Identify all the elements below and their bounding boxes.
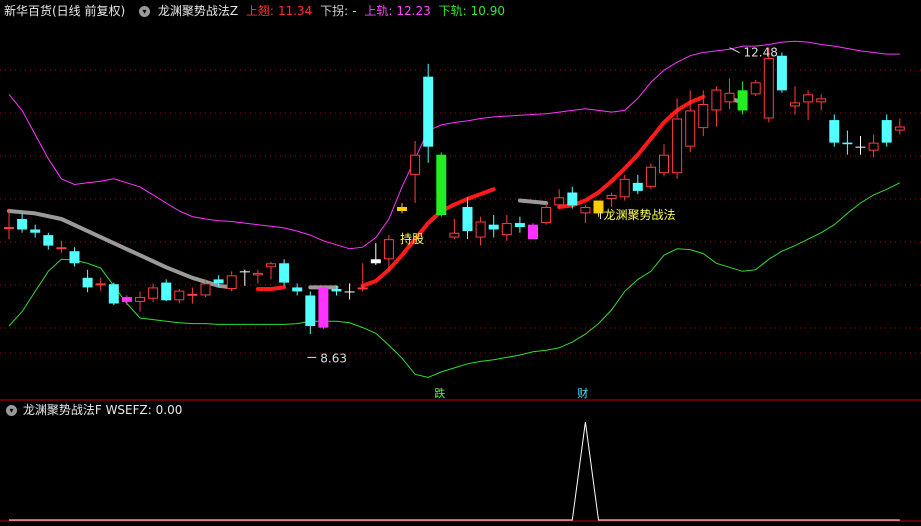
candle-body (148, 287, 159, 299)
candle-body (698, 104, 709, 129)
lower-band-line (8, 182, 901, 379)
wsefz-line (9, 421, 900, 521)
candle-body (239, 271, 250, 273)
candle-body (449, 232, 460, 238)
sub-indicator-line (9, 421, 900, 521)
candle-body (292, 287, 303, 292)
candle-body (528, 224, 538, 240)
candle-body (724, 92, 735, 103)
candle-body (423, 76, 434, 147)
candle-body (750, 82, 761, 95)
candle-body (69, 251, 80, 264)
high-price-label: 12.48 (744, 46, 778, 60)
candle-body (894, 126, 905, 131)
candle-body (606, 194, 617, 199)
gray-trend-segment (7, 209, 234, 290)
candle-body (711, 89, 722, 111)
candle-body (881, 120, 892, 143)
candle-body (462, 206, 473, 232)
candle-body (790, 102, 800, 107)
candle-body (580, 206, 591, 214)
candle-body (685, 110, 696, 147)
candle-body (829, 120, 840, 143)
candle-body (200, 283, 211, 296)
sub-indicator-name[interactable]: 龙渊聚势战法F (23, 403, 102, 417)
candle-body (161, 282, 172, 301)
candle-body (357, 287, 368, 290)
candle-body (855, 146, 866, 148)
candle-body (632, 182, 643, 191)
candle-body (776, 55, 787, 91)
low-price-label: 8.63 (320, 351, 347, 365)
candle-body (266, 263, 276, 268)
candle-body (659, 154, 669, 174)
candle-body (135, 297, 145, 302)
candle-body (4, 227, 14, 230)
candle-body (174, 290, 185, 301)
candle-body (82, 277, 93, 288)
candle-body (567, 192, 578, 206)
candle-body (56, 247, 67, 250)
candle-body (763, 58, 774, 119)
candle-body (619, 178, 630, 198)
candle-body (331, 289, 342, 292)
strategy-signal-label: 龙渊聚势战法 (604, 208, 676, 222)
candle-body (187, 293, 198, 296)
candle-body (108, 284, 119, 304)
candle-body (370, 259, 381, 264)
candle-body (383, 239, 394, 260)
grid (0, 69, 921, 354)
candle-body (803, 94, 814, 103)
candle-body (43, 235, 54, 246)
candle-body (514, 223, 525, 228)
candle-body (436, 154, 447, 216)
candle-body (488, 224, 499, 230)
candles (4, 47, 905, 335)
candle-body (318, 287, 329, 328)
candle-body (593, 200, 604, 214)
bottom-label-die: 跌 (434, 386, 445, 400)
candle-body (501, 223, 512, 236)
gray-trend-segment (517, 198, 549, 205)
candle-body (305, 295, 316, 327)
sub-field-value: 0.00 (155, 403, 183, 417)
candle-body (842, 142, 853, 145)
candle-body (95, 283, 106, 286)
candle-body (344, 291, 355, 293)
candle-body (226, 275, 237, 290)
candle-body (816, 98, 827, 103)
candle-body (252, 272, 263, 276)
sub-field-label: WSEFZ: (105, 403, 152, 417)
candle-body (30, 229, 41, 233)
red-trend-segment (360, 187, 496, 288)
candle-body (475, 221, 486, 238)
candle-body (121, 297, 132, 302)
candle-body (213, 279, 224, 284)
candle-body (645, 166, 656, 187)
candle-body (17, 219, 28, 230)
candle-body (410, 154, 421, 175)
bottom-label-cai: 财 (577, 386, 588, 400)
candle-body (554, 197, 565, 206)
price-chart[interactable]: 12.48 8.63 持股 龙渊聚势战法 跌 财 (0, 0, 921, 526)
candle-body (868, 142, 879, 151)
hold-signal-label: 持股 (400, 231, 424, 246)
red-trend-segment (255, 285, 287, 291)
sub-indicator-menu-icon[interactable]: ▾ (6, 405, 17, 416)
candle-body (672, 118, 683, 174)
candle-body (397, 206, 407, 211)
candle-body (541, 206, 552, 224)
candle-body (737, 90, 748, 111)
candle-body (279, 263, 290, 283)
sub-chart-header: ▾ 龙渊聚势战法F WSEFZ: 0.00 (0, 400, 182, 420)
